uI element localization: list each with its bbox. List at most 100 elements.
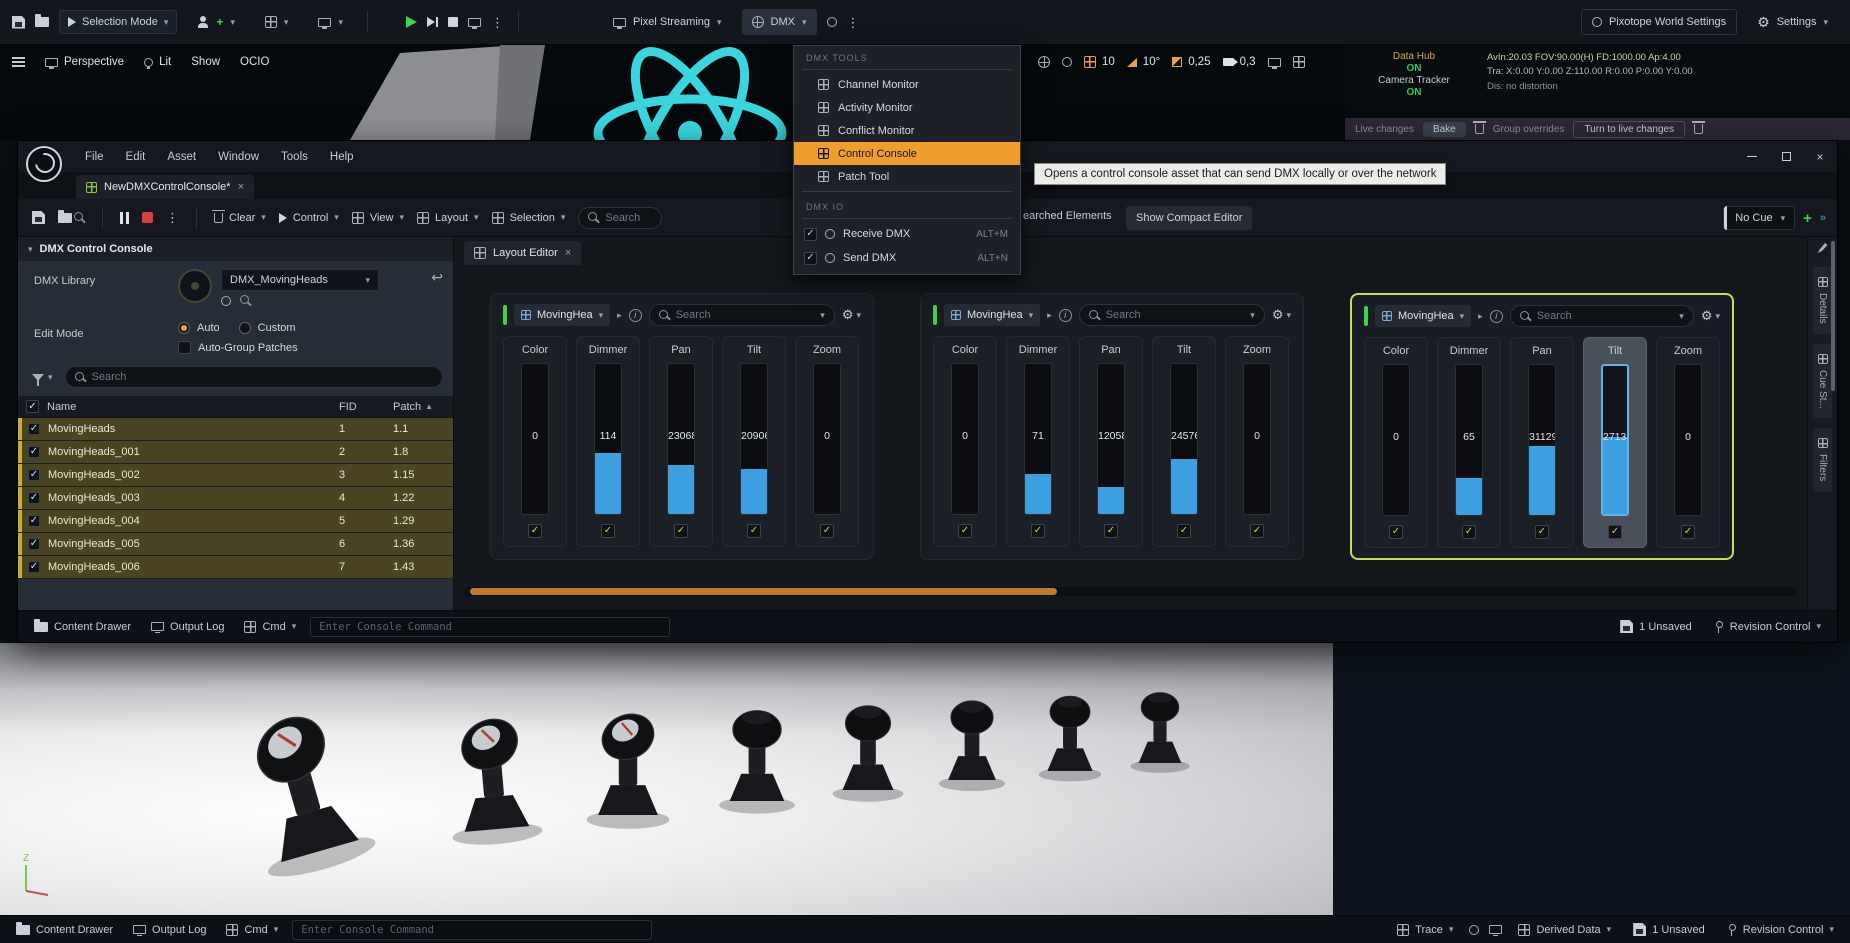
- platforms-icon[interactable]: [468, 18, 481, 27]
- info-icon[interactable]: i: [1490, 310, 1503, 323]
- fader-color[interactable]: Color0✓: [1364, 337, 1428, 548]
- add-cue-button[interactable]: +: [1803, 211, 1812, 226]
- fader-enable-checkbox[interactable]: ✓: [820, 524, 834, 538]
- trash-icon[interactable]: [1475, 124, 1484, 134]
- output-log-button[interactable]: Output Log: [127, 916, 212, 943]
- fader-zoom[interactable]: Zoom0✓: [795, 336, 859, 547]
- stop-button[interactable]: [448, 17, 458, 27]
- moving-head-fixture[interactable]: [833, 706, 904, 802]
- play-options-kebab[interactable]: ⋮: [491, 16, 504, 29]
- select-all-checkbox[interactable]: ✓: [26, 400, 39, 413]
- fader-track[interactable]: 0: [951, 363, 979, 515]
- fixture-checkbox[interactable]: ✓: [28, 561, 40, 573]
- lit-dropdown[interactable]: Lit: [144, 56, 171, 68]
- fader-enable-checkbox[interactable]: ✓: [1250, 524, 1264, 538]
- output-log-button[interactable]: Output Log: [145, 611, 230, 642]
- fader-tilt[interactable]: Tilt24576✓: [1152, 336, 1216, 547]
- menu-asset[interactable]: Asset: [158, 147, 205, 167]
- auto-radio[interactable]: [178, 322, 190, 334]
- fader-enable-checkbox[interactable]: ✓: [674, 524, 688, 538]
- auto-group-patches-checkbox[interactable]: [178, 341, 191, 354]
- revision-control-dropdown[interactable]: Revision Control▾: [1708, 621, 1827, 633]
- stop-playback-button[interactable]: [142, 212, 153, 223]
- tab-layout-editor[interactable]: Layout Editor ×: [464, 241, 581, 265]
- fader-enable-checkbox[interactable]: ✓: [1031, 524, 1045, 538]
- menu-edit[interactable]: Edit: [117, 147, 155, 167]
- unsaved-status[interactable]: 1 Unsaved: [1614, 620, 1698, 633]
- save-asset-icon[interactable]: [32, 211, 45, 224]
- selection-mode-dropdown[interactable]: Selection Mode ▾: [59, 10, 177, 34]
- fader-color[interactable]: Color0✓: [503, 336, 567, 547]
- tab-close-icon[interactable]: ×: [238, 181, 244, 193]
- scale-snap-control[interactable]: 0,25: [1172, 56, 1210, 68]
- fixture-row[interactable]: ✓MovingHeads11.1: [18, 418, 453, 441]
- window-minimize-button[interactable]: [1735, 141, 1769, 172]
- use-selected-asset-icon[interactable]: [221, 296, 231, 306]
- show-compact-editor-button[interactable]: Show Compact Editor: [1126, 206, 1252, 230]
- expand-group-icon[interactable]: ▸: [1047, 311, 1052, 320]
- skip-frame-button[interactable]: [427, 17, 438, 27]
- cue-stack-button[interactable]: »: [1820, 212, 1825, 224]
- surface-snap-icon[interactable]: [1062, 57, 1072, 67]
- moving-head-fixture[interactable]: [226, 695, 379, 885]
- column-fid[interactable]: FID: [339, 401, 393, 413]
- info-icon[interactable]: i: [629, 309, 642, 322]
- fixture-checkbox[interactable]: ✓: [28, 423, 40, 435]
- fader-enable-checkbox[interactable]: ✓: [747, 524, 761, 538]
- custom-radio[interactable]: [239, 322, 251, 334]
- fader-zoom[interactable]: Zoom0✓: [1225, 336, 1289, 547]
- dmx-library-thumbnail[interactable]: [178, 269, 212, 303]
- tab-newdmxcontrolconsole[interactable]: NewDMXControlConsole* ×: [76, 175, 254, 199]
- settings-dropdown[interactable]: ⚙ Settings ▾: [1747, 9, 1838, 35]
- fixture-checkbox[interactable]: ✓: [28, 492, 40, 504]
- screen-percentage-icon[interactable]: [1268, 58, 1281, 67]
- window-maximize-button[interactable]: [1769, 141, 1803, 172]
- fader-dimmer[interactable]: Dimmer65✓: [1437, 337, 1501, 548]
- browse-to-asset-icon[interactable]: [58, 212, 85, 223]
- filter-button[interactable]: ▾: [28, 370, 57, 385]
- moving-head-fixture[interactable]: [1130, 692, 1189, 772]
- save-icon[interactable]: [12, 16, 25, 29]
- fader-zoom[interactable]: Zoom0✓: [1656, 337, 1720, 548]
- menu-file[interactable]: File: [76, 147, 113, 167]
- group-search[interactable]: ▾: [1079, 304, 1265, 326]
- fader-group-3[interactable]: MovingHea▾▸i▾⚙▾Color0✓Dimmer65✓Pan31129✓…: [1350, 293, 1734, 560]
- alerts-icon[interactable]: [827, 17, 837, 27]
- play-button[interactable]: [406, 16, 417, 28]
- fader-tilt[interactable]: Tilt27132✓: [1583, 337, 1647, 548]
- menu-item-patch-tool[interactable]: Patch Tool: [794, 165, 1020, 188]
- group-search[interactable]: ▾: [1510, 305, 1694, 327]
- world-transform-icon[interactable]: [1038, 56, 1050, 68]
- cmd-dropdown[interactable]: Cmd▾: [238, 611, 302, 642]
- column-patch[interactable]: Patch▲: [393, 401, 445, 413]
- snapshot-icon[interactable]: [1489, 925, 1502, 934]
- column-name[interactable]: Name: [47, 401, 339, 413]
- browse-content-icon[interactable]: [35, 17, 49, 27]
- fader-track[interactable]: 0: [521, 363, 549, 515]
- fader-tilt[interactable]: Tilt20906✓: [722, 336, 786, 547]
- window-close-button[interactable]: ×: [1803, 141, 1837, 172]
- fixture-row[interactable]: ✓MovingHeads_00561.36: [18, 533, 453, 556]
- expand-group-icon[interactable]: ▸: [1478, 312, 1483, 321]
- fader-pan[interactable]: Pan23068✓: [649, 336, 713, 547]
- moving-head-fixture[interactable]: [1039, 696, 1102, 781]
- group-search[interactable]: ▾: [649, 304, 835, 326]
- fader-track[interactable]: 0: [1382, 364, 1410, 516]
- menu-tools[interactable]: Tools: [272, 147, 317, 167]
- drawer-tab-details[interactable]: Details: [1813, 267, 1832, 334]
- moving-head-fixture[interactable]: [442, 707, 543, 848]
- menu-help[interactable]: Help: [321, 147, 363, 167]
- fader-track[interactable]: 23068: [667, 363, 695, 515]
- perspective-dropdown[interactable]: Perspective: [45, 56, 124, 68]
- fader-track[interactable]: 114: [594, 363, 622, 515]
- group-settings-dropdown[interactable]: ⚙▾: [1272, 307, 1291, 323]
- group-settings-dropdown[interactable]: ⚙▾: [842, 307, 861, 323]
- derived-data-dropdown[interactable]: Derived Data▾: [1512, 924, 1617, 936]
- fader-track[interactable]: 31129: [1528, 364, 1556, 516]
- control-dropdown[interactable]: Control▾: [279, 212, 339, 224]
- tab-close-icon[interactable]: ×: [565, 247, 571, 259]
- trash-icon[interactable]: [1694, 124, 1703, 134]
- camera-speed-control[interactable]: 0,3: [1223, 56, 1256, 68]
- menu-window[interactable]: Window: [209, 147, 268, 167]
- fader-enable-checkbox[interactable]: ✓: [1177, 524, 1191, 538]
